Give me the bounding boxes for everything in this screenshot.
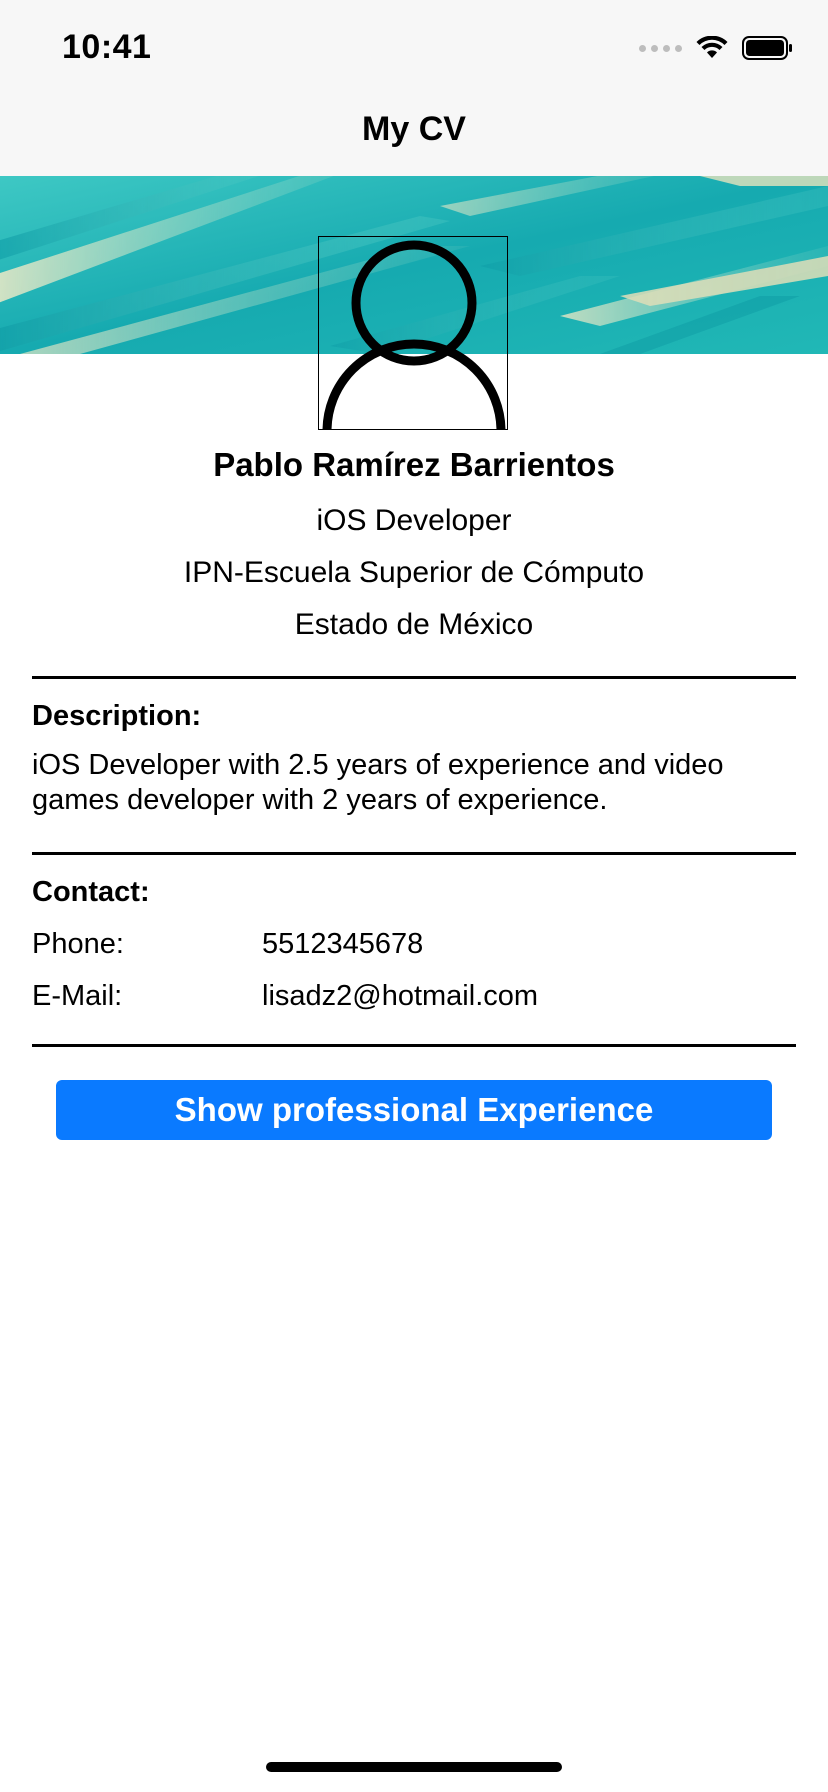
- profile-name: Pablo Ramírez Barrientos: [213, 446, 615, 483]
- wifi-icon: [696, 36, 728, 58]
- phone-label: Phone:: [32, 928, 124, 960]
- status-icons: [639, 36, 794, 60]
- home-indicator[interactable]: [266, 1762, 562, 1772]
- divider: [32, 852, 796, 855]
- signal-icon: [639, 44, 682, 52]
- avatar: [318, 236, 508, 430]
- show-experience-button[interactable]: Show professional Experience: [56, 1080, 772, 1140]
- navigation-header: 10:41 My CV: [0, 0, 828, 177]
- profile-role: iOS Developer: [316, 504, 512, 537]
- email-label: E-Mail:: [32, 980, 123, 1012]
- profile-school: IPN-Escuela Superior de Cómputo: [183, 556, 645, 589]
- divider: [32, 1044, 796, 1047]
- profile-location: Estado de México: [294, 608, 534, 641]
- cv-screen: 10:41 My CV Pablo Ramírez Barrientos iOS…: [0, 0, 828, 1792]
- status-time: 10:41: [62, 28, 152, 66]
- description-label: Description:: [32, 700, 202, 732]
- phone-value: 5512345678: [262, 928, 424, 960]
- description-text: iOS Developer with 2.5 years of experien…: [32, 749, 724, 816]
- contact-label: Contact:: [32, 876, 150, 908]
- person-icon: [322, 240, 506, 429]
- divider: [32, 676, 796, 679]
- page-title: My CV: [362, 110, 466, 148]
- battery-icon: [742, 36, 792, 60]
- email-value: lisadz2@hotmail.com: [262, 980, 539, 1012]
